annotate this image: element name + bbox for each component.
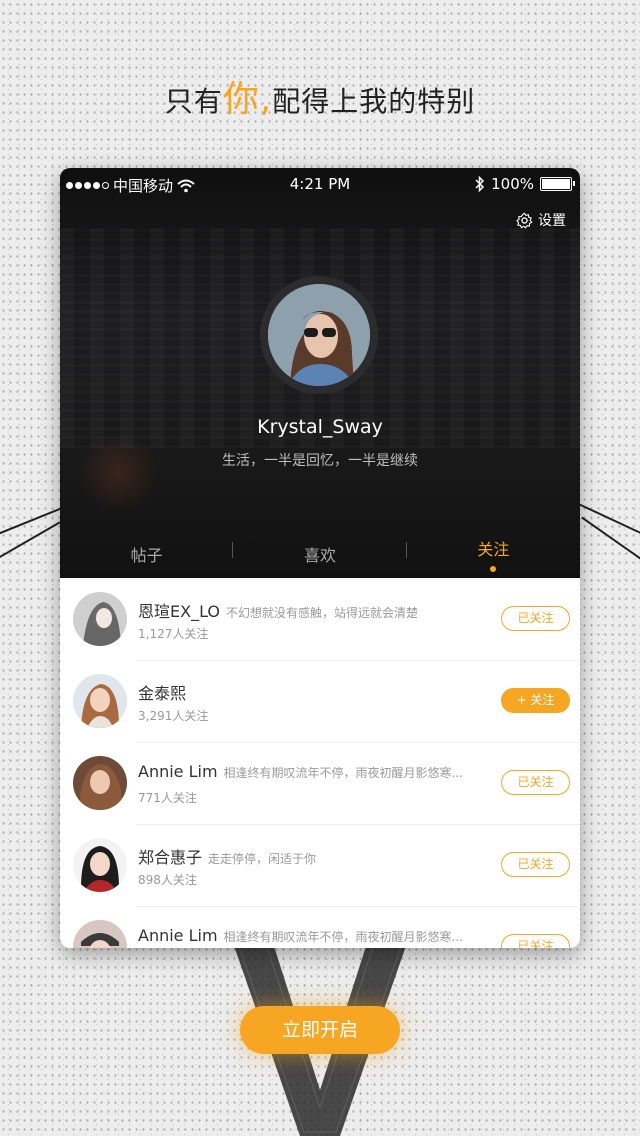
following-button[interactable]: 已关注 xyxy=(501,852,570,877)
user-description: 相逢终有期叹流年不停，雨夜初醒月影悠寒... xyxy=(223,766,463,780)
avatar-portrait xyxy=(268,284,370,386)
avatar xyxy=(73,838,127,892)
profile-tabs: 帖子 喜欢 关注 xyxy=(60,530,580,578)
battery-percent: 100% xyxy=(491,175,534,193)
avatar xyxy=(73,592,127,646)
profile-header: 中国移动 4:21 PM 100% 设置 Krystal_Sway 生活，一半是… xyxy=(60,168,580,578)
follower-count: 771人关注 xyxy=(138,791,197,805)
settings-label: 设置 xyxy=(538,213,566,229)
follower-count: 898人关注 xyxy=(138,873,197,887)
user-description: 走走停停，闲适于你 xyxy=(208,852,317,866)
follow-button[interactable]: + 关注 xyxy=(501,688,570,713)
user-name: 郑合惠子 xyxy=(138,848,203,867)
status-bar: 中国移动 4:21 PM 100% xyxy=(60,168,580,200)
profile-bio: 生活，一半是回忆，一半是继续 xyxy=(222,453,418,469)
list-item[interactable]: Annie Lim 相逢终有期叹流年不停，雨夜初醒月影悠寒... 771人关注 已… xyxy=(60,742,580,824)
list-item[interactable]: Annie Lim 相逢终有期叹流年不停，雨夜初醒月影悠寒... 已关注 xyxy=(60,906,580,948)
user-description: 不幻想就没有感触，站得远就会清楚 xyxy=(226,606,419,620)
avatar xyxy=(73,756,127,810)
following-button[interactable]: 已关注 xyxy=(501,606,570,631)
user-description: 相逢终有期叹流年不停，雨夜初醒月影悠寒... xyxy=(223,930,463,944)
active-tab-indicator xyxy=(490,566,497,572)
user-name: 金泰熙 xyxy=(138,684,187,703)
following-button[interactable]: 已关注 xyxy=(501,770,570,795)
user-name: Annie Lim xyxy=(138,762,218,781)
user-name: Annie Lim xyxy=(138,926,218,945)
decorative-line xyxy=(581,516,640,562)
follower-count: 3,291人关注 xyxy=(138,709,209,723)
tab-likes[interactable]: 喜欢 xyxy=(233,530,406,578)
settings-button[interactable]: 设置 xyxy=(516,210,566,230)
avatar xyxy=(73,674,127,728)
list-item[interactable]: 金泰熙 3,291人关注 + 关注 xyxy=(60,660,580,742)
tab-following[interactable]: 关注 xyxy=(407,530,580,578)
profile-avatar[interactable] xyxy=(260,276,378,394)
following-list: 恩瑄EX_LO 不幻想就没有感触，站得远就会清楚 1,127人关注 已关注 金泰熙… xyxy=(60,578,580,948)
profile-username: Krystal_Sway xyxy=(257,416,383,438)
gear-icon xyxy=(516,212,533,229)
title-accent: 你, xyxy=(222,79,273,120)
phone-frame: 中国移动 4:21 PM 100% 设置 Krystal_Sway 生活，一半是… xyxy=(60,168,580,948)
bluetooth-icon xyxy=(475,176,485,192)
following-button[interactable]: 已关注 xyxy=(501,934,570,948)
list-item[interactable]: 郑合惠子 走走停停，闲适于你 898人关注 已关注 xyxy=(60,824,580,906)
page-title: 只有你,配得上我的特别 xyxy=(164,79,476,120)
avatar xyxy=(73,920,127,948)
decorative-line xyxy=(0,505,68,537)
follower-count: 1,127人关注 xyxy=(138,627,209,641)
battery-icon xyxy=(540,177,575,191)
list-item[interactable]: 恩瑄EX_LO 不幻想就没有感触，站得远就会清楚 1,127人关注 已关注 xyxy=(60,578,580,660)
tab-posts[interactable]: 帖子 xyxy=(60,530,233,578)
user-name: 恩瑄EX_LO xyxy=(138,602,221,621)
start-now-button[interactable]: 立即开启 xyxy=(240,1006,400,1054)
